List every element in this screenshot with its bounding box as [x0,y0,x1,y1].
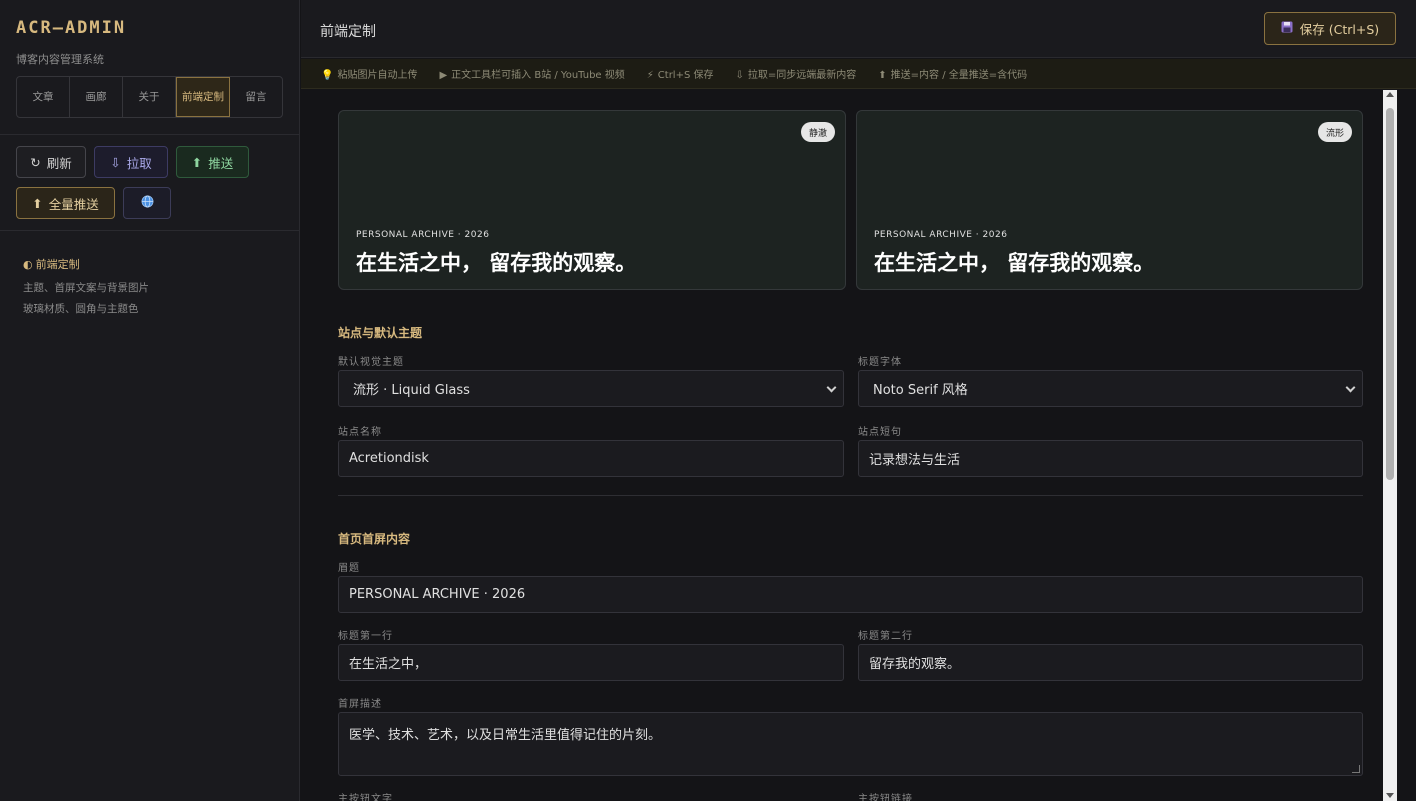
pull-label: 拉取 [126,155,152,171]
button-link-label: 主按钮链接 [858,794,913,801]
resize-handle-icon[interactable] [1352,765,1360,773]
scrollbar[interactable] [1383,90,1397,801]
theme-label: 默认视觉主题 [338,357,404,368]
theme-badge: 静澈 [800,122,835,142]
lightning-icon: ⚡ [646,70,654,81]
button-text-label: 主按钮文字 [338,794,393,801]
upload-arrow-icon: ⬆ [878,70,887,81]
globe-icon [141,195,154,211]
refresh-icon: ↻ [30,154,41,170]
font-select-value: Noto Serif 风格 [873,383,968,398]
font-select[interactable]: Noto Serif 风格 [858,370,1363,407]
tip-item: ⚡ Ctrl+S 保存 [646,70,714,81]
tip-item: 💡 粘贴图片自动上传 [321,70,418,81]
preview-headline: 在生活之中， 留存我的观察。 [356,250,637,275]
chevron-down-icon [1345,382,1356,393]
section-divider [338,495,1363,496]
tab-about[interactable]: 关于 [123,77,176,117]
section-title-site: 站点与默认主题 [338,326,423,340]
hero-desc-label: 首屏描述 [338,699,382,710]
tab-messages[interactable]: 留言 [230,77,282,117]
hero-desc-value: 医学、技术、艺术，以及日常生活里值得记住的片刻。 [349,728,662,743]
eyebrow-label: 眉题 [338,563,360,574]
pull-button[interactable]: ⇩ 拉取 [94,146,168,178]
full-push-label: 全量推送 [48,196,99,212]
side-section-desc: 主题、首屏文案与背景图片 [23,282,149,294]
preview-eyebrow: PERSONAL ARCHIVE · 2026 [874,230,1008,240]
save-button[interactable]: 保存 (Ctrl+S) [1264,12,1396,45]
download-arrow-icon: ⇩ [735,70,744,81]
section-title-hero: 首页首屏内容 [338,532,411,546]
half-circle-icon: ◐ [23,257,33,271]
title-line1-input[interactable]: 在生活之中， [338,644,844,681]
play-icon: ▶ [439,70,448,81]
download-arrow-icon: ⇩ [110,154,121,170]
title-line2-label: 标题第二行 [858,631,913,642]
refresh-label: 刷新 [46,155,72,171]
side-section-title: ◐ 前端定制 [23,256,80,272]
page-title: 前端定制 [320,24,376,40]
site-name-label: 站点名称 [338,427,382,438]
preview-headline: 在生活之中， 留存我的观察。 [874,250,1155,275]
side-section-desc: 玻璃材质、圆角与主题色 [23,303,139,315]
hero-desc-textarea[interactable]: 医学、技术、艺术，以及日常生活里值得记住的片刻。 [338,712,1363,776]
theme-preview-card[interactable]: 流形 PERSONAL ARCHIVE · 2026 在生活之中， 留存我的观察… [856,110,1363,290]
sidebar: ACR—ADMIN 博客内容管理系统 文章 画廊 关于 前端定制 留言 ↻ 刷新… [0,0,300,801]
theme-select[interactable]: 流形 · Liquid Glass [338,370,844,407]
divider [0,230,300,231]
lightbulb-icon: 💡 [321,70,334,81]
theme-preview-card[interactable]: 静澈 PERSONAL ARCHIVE · 2026 在生活之中， 留存我的观察… [338,110,846,290]
scroll-down-icon[interactable] [1386,793,1394,798]
push-label: 推送 [208,155,234,171]
nav-tabs: 文章 画廊 关于 前端定制 留言 [16,76,283,118]
tagline-input[interactable]: 记录想法与生活 [858,440,1363,477]
chevron-down-icon [826,382,837,393]
full-push-button[interactable]: ⬆ 全量推送 [16,187,115,219]
tagline-label: 站点短句 [858,427,902,438]
tab-gallery[interactable]: 画廊 [70,77,123,117]
eyebrow-input[interactable]: PERSONAL ARCHIVE · 2026 [338,576,1363,613]
refresh-button[interactable]: ↻ 刷新 [16,146,86,178]
brand-logo: ACR—ADMIN [16,18,127,38]
preview-eyebrow: PERSONAL ARCHIVE · 2026 [356,230,490,240]
tip-item: ⬆ 推送=内容 / 全量推送=含代码 [878,70,1028,81]
divider [0,134,300,135]
title-line2-input[interactable]: 留存我的观察。 [858,644,1363,681]
open-site-button[interactable] [123,187,171,219]
tip-item: ⇩ 拉取=同步远端最新内容 [735,70,857,81]
push-button[interactable]: ⬆ 推送 [176,146,249,178]
main-content: 静澈 PERSONAL ARCHIVE · 2026 在生活之中， 留存我的观察… [301,90,1383,801]
tab-frontend-custom[interactable]: 前端定制 [176,77,230,117]
tips-bar: 💡 粘贴图片自动上传 ▶ 正文工具栏可插入 B站 / YouTube 视频 ⚡ Ctr… [301,59,1416,89]
tip-item: ▶ 正文工具栏可插入 B站 / YouTube 视频 [439,70,625,81]
title-line1-label: 标题第一行 [338,631,393,642]
floppy-disk-icon [1281,21,1293,36]
theme-select-value: 流形 · Liquid Glass [353,383,470,398]
brand-subtitle: 博客内容管理系统 [16,53,104,66]
save-label: 保存 (Ctrl+S) [1299,22,1380,37]
theme-badge: 流形 [1317,122,1352,142]
scroll-up-icon[interactable] [1386,92,1394,97]
font-label: 标题字体 [858,357,902,368]
header: 前端定制 保存 (Ctrl+S) [301,0,1416,58]
side-section-label: 前端定制 [35,258,80,271]
upload-arrow-icon: ⬆ [191,154,203,170]
tab-articles[interactable]: 文章 [17,77,70,117]
upload-arrow-icon: ⬆ [32,195,43,211]
scroll-thumb[interactable] [1386,108,1394,480]
site-name-input[interactable]: Acretiondisk [338,440,844,477]
